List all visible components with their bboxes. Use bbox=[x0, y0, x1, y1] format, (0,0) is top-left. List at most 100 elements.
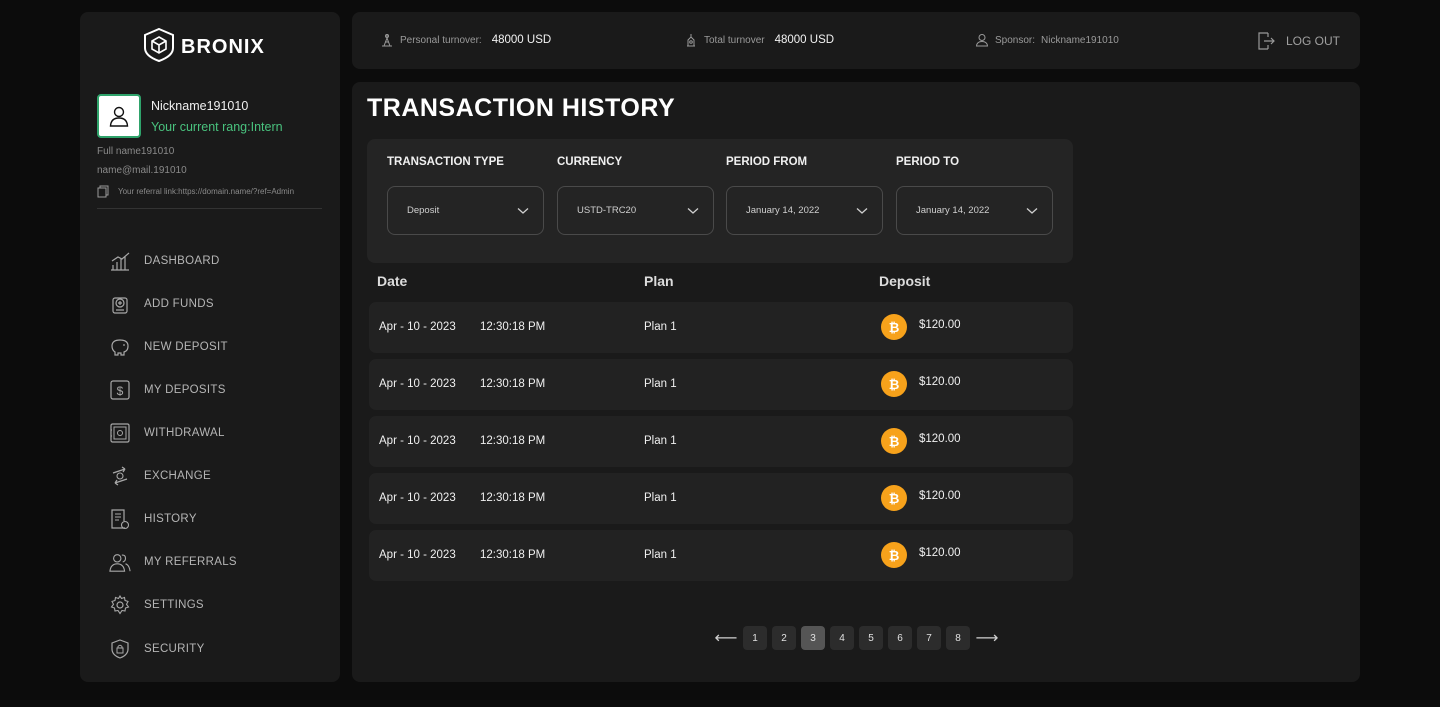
sidebar-item-settings[interactable]: SETTINGS bbox=[109, 592, 204, 618]
sidebar-item-label: WITHDRAWAL bbox=[144, 427, 225, 439]
table-row[interactable]: Apr - 10 - 2023 12:30:18 PM Plan 1 ₿ $12… bbox=[369, 473, 1073, 524]
prev-page-button[interactable]: ⟵ bbox=[714, 626, 738, 650]
table-row[interactable]: Apr - 10 - 2023 12:30:18 PM Plan 1 ₿ $12… bbox=[369, 530, 1073, 581]
row-amount: $120.00 bbox=[919, 433, 961, 445]
dollar-icon: $ bbox=[109, 379, 131, 401]
sidebar-item-security[interactable]: SECURITY bbox=[109, 636, 205, 662]
sidebar-item-my-deposits[interactable]: $ MY DEPOSITS bbox=[109, 377, 226, 403]
profile-nickname: Nickname191010 bbox=[151, 99, 249, 113]
row-plan: Plan 1 bbox=[644, 321, 677, 333]
bitcoin-icon: ₿ bbox=[881, 314, 907, 340]
row-amount: $120.00 bbox=[919, 547, 961, 559]
avatar[interactable] bbox=[97, 94, 141, 138]
top-bar: Personal turnover: 48000 USD Total turno… bbox=[352, 12, 1360, 69]
user-icon bbox=[975, 34, 989, 47]
row-time: 12:30:18 PM bbox=[480, 549, 546, 561]
logout-button[interactable]: LOG OUT bbox=[1256, 31, 1340, 51]
chevron-down-icon bbox=[856, 207, 868, 214]
sidebar-item-exchange[interactable]: EXCHANGE bbox=[109, 463, 211, 489]
filter-label-period-from: PERIOD FROM bbox=[726, 156, 808, 168]
profile-rang: Your current rang:Intern bbox=[151, 120, 283, 134]
sidebar-item-dashboard[interactable]: DASHBOARD bbox=[109, 248, 220, 274]
sidebar-item-withdrawal[interactable]: WITHDRAWAL bbox=[109, 420, 225, 446]
next-page-button[interactable]: ⟶ bbox=[975, 626, 999, 650]
sidebar-item-label: DASHBOARD bbox=[144, 255, 220, 267]
table-row[interactable]: Apr - 10 - 2023 12:30:18 PM Plan 1 ₿ $12… bbox=[369, 302, 1073, 353]
select-value: USTD-TRC20 bbox=[577, 205, 637, 216]
sidebar-item-my-referrals[interactable]: MY REFERRALS bbox=[109, 549, 237, 575]
row-date: Apr - 10 - 2023 bbox=[379, 321, 456, 333]
svg-text:$: $ bbox=[117, 384, 124, 398]
personal-turnover-label: Personal turnover: bbox=[400, 34, 482, 46]
sidebar-divider bbox=[97, 208, 322, 209]
sidebar-item-label: SETTINGS bbox=[144, 599, 204, 611]
bitcoin-icon: ₿ bbox=[881, 371, 907, 397]
filter-label-period-to: PERIOD TO bbox=[896, 156, 960, 168]
sidebar-item-new-deposit[interactable]: NEW DEPOSIT bbox=[109, 334, 228, 360]
page-button-1[interactable]: 1 bbox=[743, 626, 767, 650]
chevron-down-icon bbox=[687, 207, 699, 214]
user-icon bbox=[109, 106, 129, 127]
sidebar-item-label: EXCHANGE bbox=[144, 470, 211, 482]
row-plan: Plan 1 bbox=[644, 435, 677, 447]
brand-logo[interactable]: BRONIX bbox=[143, 27, 265, 67]
row-amount: $120.00 bbox=[919, 376, 961, 388]
bitcoin-icon: ₿ bbox=[881, 428, 907, 454]
table-row[interactable]: Apr - 10 - 2023 12:30:18 PM Plan 1 ₿ $12… bbox=[369, 416, 1073, 467]
select-value: Deposit bbox=[407, 205, 440, 216]
safe-icon bbox=[109, 422, 131, 444]
users-icon bbox=[109, 551, 131, 573]
period-from-select[interactable]: January 14, 2022 bbox=[726, 186, 883, 235]
table-row[interactable]: Apr - 10 - 2023 12:30:18 PM Plan 1 ₿ $12… bbox=[369, 359, 1073, 410]
page-button-6[interactable]: 6 bbox=[888, 626, 912, 650]
row-time: 12:30:18 PM bbox=[480, 492, 546, 504]
sidebar-item-label: ADD FUNDS bbox=[144, 298, 214, 310]
personal-turnover: Personal turnover: 48000 USD bbox=[380, 33, 551, 47]
logout-icon bbox=[1258, 32, 1275, 50]
page-button-7[interactable]: 7 bbox=[917, 626, 941, 650]
row-date: Apr - 10 - 2023 bbox=[379, 492, 456, 504]
row-amount: $120.00 bbox=[919, 490, 961, 502]
sidebar-item-history[interactable]: HISTORY bbox=[109, 506, 197, 532]
cube-shield-icon bbox=[143, 27, 175, 67]
page-button-4[interactable]: 4 bbox=[830, 626, 854, 650]
profile-email: name@mail.191010 bbox=[97, 165, 187, 176]
page-button-5[interactable]: 5 bbox=[859, 626, 883, 650]
transaction-type-select[interactable]: Deposit bbox=[387, 186, 544, 235]
page-title: TRANSACTION HISTORY bbox=[367, 94, 676, 122]
sidebar-item-label: HISTORY bbox=[144, 513, 197, 525]
select-value: January 14, 2022 bbox=[916, 205, 990, 216]
chart-icon bbox=[109, 250, 131, 272]
filters-panel: TRANSACTION TYPE CURRENCY PERIOD FROM PE… bbox=[367, 139, 1073, 263]
select-value: January 14, 2022 bbox=[746, 205, 820, 216]
period-to-select[interactable]: January 14, 2022 bbox=[896, 186, 1053, 235]
total-turnover: Total turnover 48000 USD bbox=[684, 33, 834, 47]
column-header-plan: Plan bbox=[644, 273, 674, 289]
gear-icon bbox=[109, 594, 131, 616]
page-button-2[interactable]: 2 bbox=[772, 626, 796, 650]
column-header-deposit: Deposit bbox=[879, 273, 931, 289]
shield-icon bbox=[109, 638, 131, 660]
page-button-3-current[interactable]: 3 bbox=[801, 626, 825, 650]
row-amount: $120.00 bbox=[919, 319, 961, 331]
sponsor-label: Sponsor: bbox=[995, 34, 1036, 46]
row-time: 12:30:18 PM bbox=[480, 321, 546, 333]
currency-select[interactable]: USTD-TRC20 bbox=[557, 186, 714, 235]
copy-icon[interactable] bbox=[97, 185, 109, 198]
sidebar-item-label: MY REFERRALS bbox=[144, 556, 237, 568]
total-turnover-value: 48000 USD bbox=[774, 34, 835, 46]
wallet-plus-icon bbox=[109, 293, 131, 315]
page-button-8[interactable]: 8 bbox=[946, 626, 970, 650]
row-date: Apr - 10 - 2023 bbox=[379, 378, 456, 390]
row-date: Apr - 10 - 2023 bbox=[379, 435, 456, 447]
referral-link[interactable]: Your referral link:https://domain.name/?… bbox=[97, 185, 294, 198]
sponsor-value: Nickname191010 bbox=[1041, 34, 1119, 46]
sponsor: Sponsor: Nickname191010 bbox=[975, 33, 1119, 47]
row-time: 12:30:18 PM bbox=[480, 378, 546, 390]
total-turnover-icon bbox=[687, 34, 695, 47]
pagination: ⟵ 1 2 3 4 5 6 7 8 ⟶ bbox=[714, 626, 999, 650]
filter-label-currency: CURRENCY bbox=[557, 156, 623, 168]
chevron-down-icon bbox=[1026, 207, 1038, 214]
sidebar-item-add-funds[interactable]: ADD FUNDS bbox=[109, 291, 214, 317]
brand-name: BRONIX bbox=[181, 36, 265, 58]
